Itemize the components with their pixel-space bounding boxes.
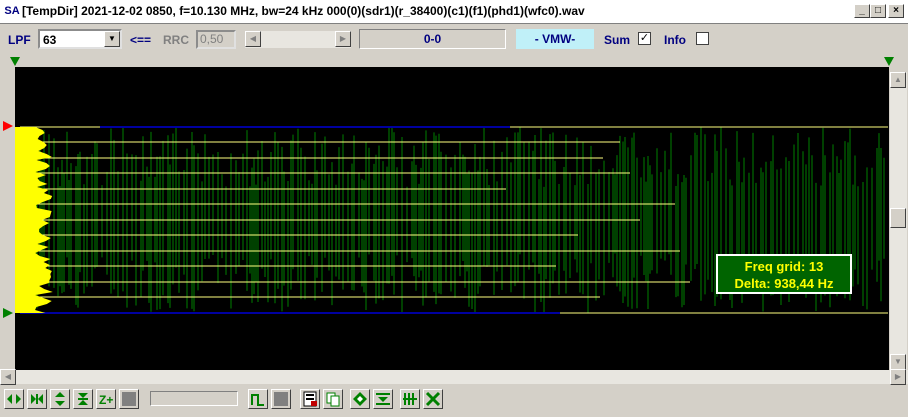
delta-text: Delta: 938,44 Hz: [734, 276, 834, 291]
scroll-down-icon[interactable]: ▼: [890, 354, 906, 370]
expand-vertical-icon: [55, 392, 65, 406]
copy-button[interactable]: [323, 389, 343, 409]
stop-icon: [274, 392, 288, 406]
spectrum-plot[interactable]: [0, 54, 908, 370]
title-bar: SA [TempDir] 2021-12-02 0850, f=10.130 M…: [0, 0, 908, 24]
zoom-plus-button[interactable]: Z+: [96, 389, 116, 409]
expand-horizontal-icon: [7, 394, 21, 404]
lpf-label: LPF: [8, 33, 31, 47]
right-top-triangle-icon[interactable]: [884, 57, 894, 66]
lpf-value: 63: [43, 33, 57, 47]
vertical-scroll-thumb[interactable]: [890, 208, 906, 228]
minimize-button[interactable]: _: [854, 4, 870, 18]
zoom-vertical-in-button[interactable]: [50, 389, 70, 409]
compress-horizontal-icon: [31, 394, 43, 404]
clear-button[interactable]: [423, 389, 443, 409]
save-button[interactable]: [300, 389, 320, 409]
sum-label: Sum: [604, 33, 631, 47]
lpf-select[interactable]: 63 ▼: [38, 29, 122, 49]
zoom-horizontal-out-button[interactable]: [27, 389, 47, 409]
rrc-slider[interactable]: ◀ ▶: [245, 31, 351, 48]
scroll-left-icon[interactable]: ◀: [0, 369, 16, 385]
scroll-right-icon[interactable]: ▶: [335, 31, 351, 47]
plot-area: Freq grid: 13 Delta: 938,44 Hz: [0, 54, 908, 370]
close-button[interactable]: ×: [888, 4, 904, 18]
save-icon: [303, 391, 317, 407]
stop-button-2[interactable]: [271, 389, 291, 409]
info-label: Info: [664, 33, 686, 47]
z-plus-icon: Z+: [99, 393, 113, 407]
freq-grid-tooltip: Freq grid: 13 Delta: 938,44 Hz: [716, 254, 852, 294]
vertical-scrollbar[interactable]: ▲ ▼: [890, 72, 907, 370]
diamond-icon: [353, 392, 367, 406]
svg-text:Z+: Z+: [99, 393, 113, 407]
rrc-label: RRC: [163, 33, 189, 47]
red-marker-icon[interactable]: [3, 121, 13, 131]
zoom-vertical-out-button[interactable]: [73, 389, 93, 409]
stop-icon: [122, 392, 136, 406]
horizontal-scrollbar[interactable]: ◀ ▶: [0, 369, 908, 385]
stop-button[interactable]: [119, 389, 139, 409]
green-marker-icon[interactable]: [3, 308, 13, 318]
mode-display: - VMW-: [516, 29, 594, 49]
cross-icon: [425, 391, 441, 407]
baseline-button[interactable]: [248, 389, 268, 409]
step-icon: [251, 394, 264, 406]
progress-bar: [150, 391, 238, 406]
maximize-button[interactable]: □: [870, 4, 886, 18]
range-display: 0-0: [359, 29, 506, 49]
range-button[interactable]: [373, 389, 393, 409]
copy-icon: [326, 392, 340, 407]
marker-button[interactable]: [350, 389, 370, 409]
compress-vertical-icon: [78, 393, 88, 405]
bottom-toolbar: Z+: [0, 385, 908, 417]
sum-checkbox[interactable]: ✓: [638, 32, 651, 45]
zoom-horizontal-in-button[interactable]: [4, 389, 24, 409]
top-toolbar: LPF 63 ▼ <== RRC 0,50 ◀ ▶ 0-0 - VMW- Sum…: [0, 24, 908, 54]
grid-icon: [403, 393, 417, 405]
window-title: [TempDir] 2021-12-02 0850, f=10.130 MHz,…: [22, 4, 585, 18]
rrc-field[interactable]: 0,50: [196, 30, 236, 49]
scroll-left-icon[interactable]: ◀: [245, 31, 261, 47]
chevron-down-icon[interactable]: ▼: [104, 31, 120, 47]
scroll-right-icon[interactable]: ▶: [890, 369, 906, 385]
freq-grid-text: Freq grid: 13: [744, 259, 824, 274]
apply-arrow-label: <==: [130, 33, 152, 47]
plot-background: [15, 67, 889, 370]
left-top-triangle-icon[interactable]: [10, 57, 20, 66]
scroll-up-icon[interactable]: ▲: [890, 72, 906, 88]
grid-button[interactable]: [400, 389, 420, 409]
app-icon: SA: [4, 5, 20, 17]
range-icon: [376, 393, 390, 405]
info-checkbox[interactable]: [696, 32, 709, 45]
